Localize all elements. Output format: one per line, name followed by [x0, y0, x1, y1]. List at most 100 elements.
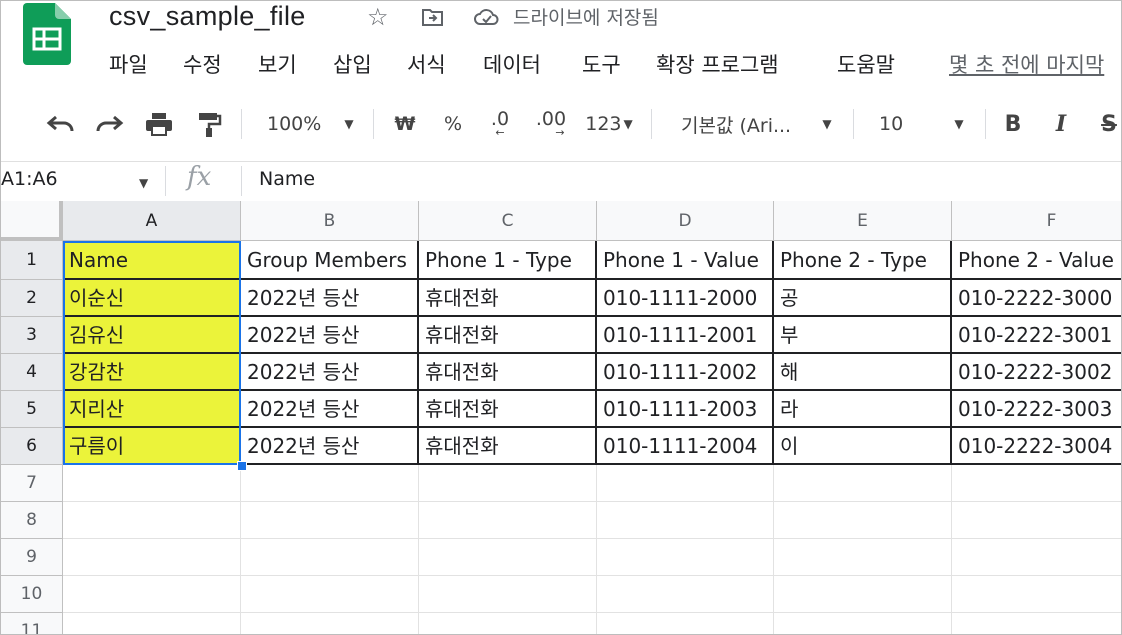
- menu-view[interactable]: 보기: [258, 49, 297, 79]
- decrease-decimal-button[interactable]: .0 ←: [485, 107, 515, 141]
- table-cell[interactable]: 010-1111-2002: [597, 354, 774, 391]
- row-header-1[interactable]: 1: [1, 241, 63, 280]
- header-cell[interactable]: Phone 2 - Value: [952, 241, 1121, 280]
- percent-format-button[interactable]: %: [441, 107, 465, 141]
- menu-data[interactable]: 데이터: [483, 49, 541, 79]
- sheets-logo-icon[interactable]: [23, 3, 71, 65]
- table-cell[interactable]: 010-1111-2001: [597, 317, 774, 354]
- table-cell[interactable]: 라: [774, 391, 952, 428]
- header-cell[interactable]: Group Members: [241, 241, 419, 280]
- menu-tools[interactable]: 도구: [582, 49, 621, 79]
- redo-icon[interactable]: [93, 107, 125, 141]
- table-cell[interactable]: [241, 613, 419, 634]
- table-cell[interactable]: 010-2222-3000: [952, 280, 1121, 317]
- font-family-select[interactable]: 기본값 (Ari...: [681, 107, 811, 141]
- table-cell[interactable]: 휴대전화: [419, 354, 597, 391]
- table-cell[interactable]: [419, 465, 597, 502]
- table-cell[interactable]: 강감찬: [63, 354, 241, 391]
- table-cell[interactable]: [952, 502, 1121, 539]
- menu-edit[interactable]: 수정: [183, 49, 222, 79]
- bold-button[interactable]: B: [999, 107, 1027, 141]
- row-header-8[interactable]: 8: [1, 502, 63, 539]
- table-cell[interactable]: [597, 502, 774, 539]
- select-all-corner[interactable]: [1, 201, 63, 241]
- table-cell[interactable]: 휴대전화: [419, 317, 597, 354]
- star-icon[interactable]: ☆: [367, 5, 389, 29]
- table-cell[interactable]: 부: [774, 317, 952, 354]
- column-header-f[interactable]: F: [952, 201, 1121, 241]
- table-cell[interactable]: 010-1111-2000: [597, 280, 774, 317]
- cloud-saved-icon[interactable]: [473, 7, 501, 27]
- table-cell[interactable]: 공: [774, 280, 952, 317]
- row-header-2[interactable]: 2: [1, 280, 63, 317]
- paint-format-icon[interactable]: [193, 107, 225, 141]
- table-cell[interactable]: 010-2222-3002: [952, 354, 1121, 391]
- table-cell[interactable]: [241, 502, 419, 539]
- formula-input[interactable]: Name: [259, 168, 315, 190]
- table-cell[interactable]: 2022년 등산: [241, 391, 419, 428]
- table-cell[interactable]: [952, 465, 1121, 502]
- table-cell[interactable]: [241, 465, 419, 502]
- table-cell[interactable]: 휴대전화: [419, 428, 597, 465]
- menu-help[interactable]: 도움말: [837, 49, 895, 79]
- menu-insert[interactable]: 삽입: [333, 49, 372, 79]
- currency-format-button[interactable]: ₩: [393, 107, 417, 141]
- menu-format[interactable]: 서식: [407, 49, 446, 79]
- increase-decimal-button[interactable]: .00 →: [531, 107, 571, 141]
- row-header-9[interactable]: 9: [1, 539, 63, 576]
- table-cell[interactable]: 지리산: [63, 391, 241, 428]
- menu-extensions[interactable]: 확장 프로그램: [656, 49, 779, 79]
- table-cell[interactable]: 010-2222-3004: [952, 428, 1121, 465]
- last-edit-link[interactable]: 몇 초 전에 마지막: [949, 49, 1104, 79]
- table-cell[interactable]: [952, 539, 1121, 576]
- row-header-11[interactable]: 11: [1, 613, 63, 634]
- header-cell[interactable]: Name: [63, 241, 241, 280]
- table-cell[interactable]: [774, 613, 952, 634]
- table-cell[interactable]: [419, 502, 597, 539]
- move-folder-icon[interactable]: [421, 6, 445, 28]
- table-cell[interactable]: 휴대전화: [419, 391, 597, 428]
- font-caret-icon[interactable]: ▼: [817, 107, 837, 141]
- table-cell[interactable]: [774, 465, 952, 502]
- zoom-select[interactable]: 100%: [267, 107, 323, 141]
- column-header-a[interactable]: A: [63, 201, 241, 241]
- table-cell[interactable]: 이: [774, 428, 952, 465]
- table-cell[interactable]: [241, 576, 419, 613]
- table-cell[interactable]: 010-1111-2004: [597, 428, 774, 465]
- table-cell[interactable]: 010-2222-3001: [952, 317, 1121, 354]
- table-cell[interactable]: [597, 539, 774, 576]
- table-cell[interactable]: 2022년 등산: [241, 317, 419, 354]
- table-cell[interactable]: 010-1111-2003: [597, 391, 774, 428]
- table-cell[interactable]: 해: [774, 354, 952, 391]
- table-cell[interactable]: [241, 539, 419, 576]
- row-header-7[interactable]: 7: [1, 465, 63, 502]
- row-header-4[interactable]: 4: [1, 354, 63, 391]
- name-box[interactable]: A1:A6: [1, 168, 58, 190]
- header-cell[interactable]: Phone 1 - Value: [597, 241, 774, 280]
- table-cell[interactable]: 2022년 등산: [241, 354, 419, 391]
- table-cell[interactable]: [774, 502, 952, 539]
- table-cell[interactable]: [63, 502, 241, 539]
- document-title[interactable]: csv_sample_file: [109, 1, 306, 32]
- table-cell[interactable]: [63, 613, 241, 634]
- fill-handle[interactable]: [237, 461, 247, 471]
- column-header-b[interactable]: B: [241, 201, 419, 241]
- header-cell[interactable]: Phone 1 - Type: [419, 241, 597, 280]
- table-cell[interactable]: 이순신: [63, 280, 241, 317]
- column-header-c[interactable]: C: [419, 201, 597, 241]
- row-header-6[interactable]: 6: [1, 428, 63, 465]
- table-cell[interactable]: 2022년 등산: [241, 428, 419, 465]
- table-cell[interactable]: [63, 576, 241, 613]
- strikethrough-button[interactable]: S: [1095, 107, 1121, 141]
- table-cell[interactable]: [952, 576, 1121, 613]
- undo-icon[interactable]: [45, 107, 77, 141]
- name-box-caret-icon[interactable]: ▼: [139, 176, 148, 190]
- table-cell[interactable]: 휴대전화: [419, 280, 597, 317]
- header-cell[interactable]: Phone 2 - Type: [774, 241, 952, 280]
- row-header-5[interactable]: 5: [1, 391, 63, 428]
- row-header-10[interactable]: 10: [1, 576, 63, 613]
- table-cell[interactable]: 김유신: [63, 317, 241, 354]
- menu-file[interactable]: 파일: [109, 49, 148, 79]
- table-cell[interactable]: [419, 613, 597, 634]
- table-cell[interactable]: [63, 465, 241, 502]
